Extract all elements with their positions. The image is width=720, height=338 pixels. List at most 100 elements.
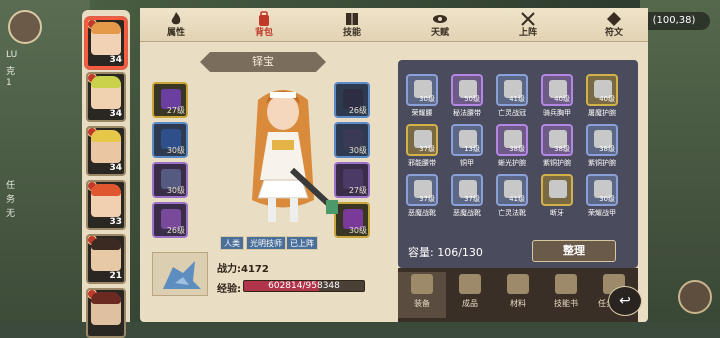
inventory-slot[interactable]: 50级 xyxy=(451,74,483,106)
player-avatar[interactable] xyxy=(8,10,42,44)
scroll-icon xyxy=(555,274,577,294)
inventory-slot[interactable]: 41级 xyxy=(496,174,528,206)
inventory-slot[interactable]: 40级 xyxy=(586,74,618,106)
equip-slot[interactable]: 30级 xyxy=(152,122,188,158)
equip-slot[interactable]: 30级 xyxy=(334,122,370,158)
sort-button[interactable]: 整理 xyxy=(532,240,616,262)
equip-slot[interactable]: 26级 xyxy=(334,82,370,118)
bag-icon xyxy=(459,274,481,294)
tab-attributes[interactable]: 属性 xyxy=(148,10,204,40)
hero-card[interactable]: 34 xyxy=(86,126,126,176)
item-level: 41级 xyxy=(509,195,525,203)
item-name: 亡灵战冠 xyxy=(498,109,526,117)
left-text-1: 克 xyxy=(6,67,16,77)
item-name: 骑兵胸甲 xyxy=(543,109,571,117)
item-level: 30级 xyxy=(166,146,185,155)
capacity-value: 106/130 xyxy=(437,246,483,259)
inventory-slot[interactable]: 38级 xyxy=(496,124,528,156)
inventory-slot[interactable]: 38级 xyxy=(541,124,573,156)
hero-card[interactable]: 34 xyxy=(86,72,126,122)
tab-talent[interactable]: 天赋 xyxy=(412,10,468,40)
item-level: 13级 xyxy=(464,145,480,153)
item-level: 30级 xyxy=(419,95,435,103)
tab-products[interactable]: 成品 xyxy=(446,272,494,318)
capacity-display: 容量: 106/130 xyxy=(408,244,483,260)
power-label: 战力: xyxy=(217,264,241,275)
left-text-0: LU xyxy=(6,50,18,60)
item-level: 41级 xyxy=(509,95,525,103)
inventory-slot[interactable]: 13级 xyxy=(451,124,483,156)
equip-slot[interactable]: 27级 xyxy=(152,82,188,118)
tab-label: 符文 xyxy=(604,28,623,38)
hero-hair xyxy=(91,22,121,34)
inventory-slot[interactable]: 38级 xyxy=(586,124,618,156)
hero-level: 33 xyxy=(109,217,122,227)
item-level: 40级 xyxy=(599,95,615,103)
crossed-swords-icon xyxy=(521,12,535,26)
tab-label: 技能书 xyxy=(554,299,578,308)
world-action-button[interactable] xyxy=(678,280,712,314)
item-name: 紫铜护腕 xyxy=(543,159,571,167)
tab-skills[interactable]: 技能 xyxy=(324,10,380,40)
inventory-slot[interactable]: 37级 xyxy=(451,174,483,206)
book-icon xyxy=(346,13,358,25)
left-text-4: 务 xyxy=(6,195,16,205)
left-text-3: 任 xyxy=(6,181,16,191)
item-icon xyxy=(549,180,567,198)
tab-label: 背包 xyxy=(254,28,273,38)
equip-slot[interactable]: 26级 xyxy=(152,202,188,238)
rune-icon xyxy=(607,12,621,26)
hero-level: 21 xyxy=(109,271,122,281)
inventory-slot[interactable]: 41级 xyxy=(496,74,528,106)
item-name: 亡灵法靴 xyxy=(498,209,526,217)
item-level: 37级 xyxy=(419,195,435,203)
tab-materials[interactable]: 材料 xyxy=(494,272,542,318)
inventory-slot[interactable]: 30级 xyxy=(406,74,438,106)
inventory-slot[interactable]: 30级 xyxy=(586,174,618,206)
hero-hair xyxy=(91,76,121,88)
item-level: 30级 xyxy=(599,195,615,203)
item-name: 荣耀腰 xyxy=(411,109,433,117)
inventory-slot[interactable]: 37级 xyxy=(406,124,438,156)
tab-equipment[interactable]: 装备 xyxy=(398,272,446,318)
equip-slot[interactable]: 27级 xyxy=(334,162,370,198)
item-level: 30级 xyxy=(348,226,367,235)
exp-label: 经验: xyxy=(217,284,241,295)
item-name: 秘法腰带 xyxy=(453,109,481,117)
right-world-panel xyxy=(640,0,720,322)
item-level: 30级 xyxy=(166,186,185,195)
item-name: 恶魔战靴 xyxy=(408,209,436,217)
item-level: 27级 xyxy=(166,106,185,115)
equip-slot[interactable]: 30级 xyxy=(334,202,370,238)
hero-hair xyxy=(91,292,121,304)
inventory-slot[interactable] xyxy=(541,174,573,206)
capacity-label: 容量: xyxy=(408,246,434,259)
tab-deploy[interactable]: 上阵 xyxy=(500,10,556,40)
hero-level: 34 xyxy=(109,109,122,119)
hero-card[interactable]: 33 xyxy=(86,180,126,230)
item-level: 40级 xyxy=(554,95,570,103)
exp-bar: 602814/958348 xyxy=(243,280,365,292)
hero-level: 34 xyxy=(109,163,122,173)
item-name: 断牙 xyxy=(550,209,564,217)
inventory-slot[interactable]: 37级 xyxy=(406,174,438,206)
inventory-slot[interactable]: 40级 xyxy=(541,74,573,106)
tab-skill-books[interactable]: 技能书 xyxy=(542,272,590,318)
item-name: 荣耀战甲 xyxy=(588,209,616,217)
tab-rune[interactable]: 符文 xyxy=(586,10,642,40)
hero-card[interactable]: 21 xyxy=(86,234,126,284)
hero-hair xyxy=(91,238,121,250)
tab-label: 技能 xyxy=(342,28,361,38)
backpack-icon xyxy=(259,11,269,26)
equip-slot[interactable]: 30级 xyxy=(152,162,188,198)
pet-slot[interactable] xyxy=(152,252,208,296)
back-button[interactable]: ↩ xyxy=(608,286,642,316)
tab-backpack[interactable]: 背包 xyxy=(236,10,292,40)
item-level: 38级 xyxy=(509,145,525,153)
tab-label: 成品 xyxy=(462,299,478,308)
character-portrait xyxy=(252,90,338,222)
item-level: 38级 xyxy=(599,145,615,153)
hero-card[interactable]: 34 xyxy=(86,18,126,68)
hero-card[interactable] xyxy=(86,288,126,338)
exp-value: 602814/958348 xyxy=(268,281,340,291)
